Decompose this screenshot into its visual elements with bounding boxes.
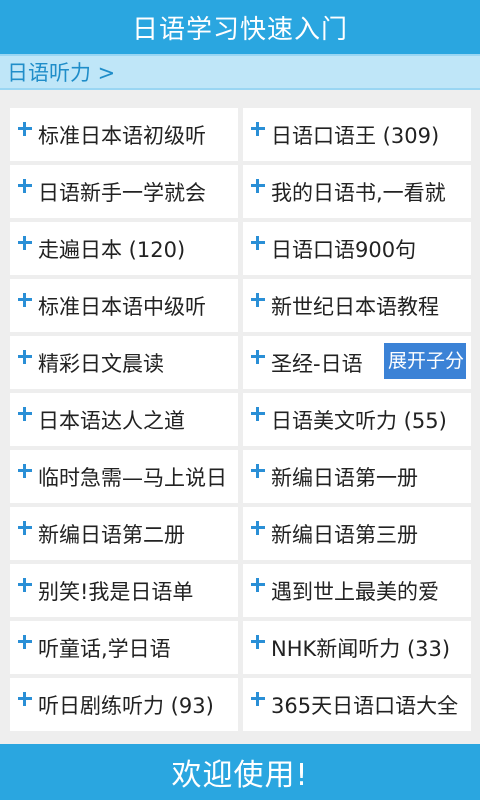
list-item-label: 日语口语900句 (271, 238, 417, 262)
plus-icon (251, 521, 265, 535)
plus-icon (18, 350, 32, 364)
list-item-label: NHK新闻听力 (33) (271, 637, 451, 661)
list-item[interactable]: 标准日本语初级听 (10, 108, 238, 161)
list-item[interactable]: 新编日语第三册 (243, 507, 471, 560)
breadcrumb[interactable]: 日语听力 > (0, 54, 480, 90)
list-item[interactable]: 听童话,学日语 (10, 621, 238, 674)
plus-icon (18, 578, 32, 592)
list-item-label: 标准日本语初级听 (38, 124, 206, 148)
plus-icon (251, 692, 265, 706)
list-item-label: 走遍日本 (120) (38, 238, 186, 262)
list-item[interactable]: 365天日语口语大全 (243, 678, 471, 731)
app-title: 日语学习快速入门 (0, 0, 480, 54)
list-item[interactable]: 走遍日本 (120) (10, 222, 238, 275)
list-item-label: 遇到世上最美的爱 (271, 580, 439, 604)
plus-icon (251, 578, 265, 592)
plus-icon (18, 122, 32, 136)
plus-icon (251, 179, 265, 193)
list-item[interactable]: 别笑!我是日语单 (10, 564, 238, 617)
expand-subcategory-button[interactable]: 展开子分 (384, 343, 466, 379)
list-item[interactable]: 日语新手一学就会 (10, 165, 238, 218)
plus-icon (251, 635, 265, 649)
list-item[interactable]: 日本语达人之道 (10, 393, 238, 446)
list-item-label: 新编日语第二册 (38, 523, 185, 547)
plus-icon (251, 464, 265, 478)
plus-icon (18, 407, 32, 421)
list-item-label: 别笑!我是日语单 (38, 580, 194, 604)
plus-icon (18, 236, 32, 250)
plus-icon (251, 407, 265, 421)
list-item-label: 日本语达人之道 (38, 409, 185, 433)
plus-icon (18, 521, 32, 535)
list-item[interactable]: 我的日语书,一看就 (243, 165, 471, 218)
list-item[interactable]: 日语口语900句 (243, 222, 471, 275)
list-item[interactable]: NHK新闻听力 (33) (243, 621, 471, 674)
plus-icon (251, 236, 265, 250)
plus-icon (18, 464, 32, 478)
list-item-label: 圣经-日语 (271, 352, 363, 376)
list-item-label: 新世纪日本语教程 (271, 295, 439, 319)
list-item[interactable]: 日语美文听力 (55) (243, 393, 471, 446)
list-item[interactable]: 新编日语第二册 (10, 507, 238, 560)
list-item[interactable]: 新编日语第一册 (243, 450, 471, 503)
plus-icon (18, 635, 32, 649)
list-item-label: 精彩日文晨读 (38, 352, 164, 376)
welcome-footer: 欢迎使用! (0, 744, 480, 800)
list-item[interactable]: 精彩日文晨读 (10, 336, 238, 389)
list-item[interactable]: 标准日本语中级听 (10, 279, 238, 332)
list-item-label: 临时急需—马上说日 (38, 466, 227, 490)
list-item[interactable]: 新世纪日本语教程 (243, 279, 471, 332)
list-item[interactable]: 遇到世上最美的爱 (243, 564, 471, 617)
plus-icon (251, 122, 265, 136)
plus-icon (18, 293, 32, 307)
list-item-label: 听童话,学日语 (38, 637, 171, 661)
list-item-label: 标准日本语中级听 (38, 295, 206, 319)
list-item-label: 日语口语王 (309) (271, 124, 440, 148)
plus-icon (18, 179, 32, 193)
plus-icon (251, 293, 265, 307)
list-item-label: 新编日语第一册 (271, 466, 418, 490)
plus-icon (18, 692, 32, 706)
list-item[interactable]: 临时急需—马上说日 (10, 450, 238, 503)
category-grid: 标准日本语初级听 日语口语王 (309) 日语新手一学就会 我的日语书,一看就 … (0, 90, 480, 744)
list-item[interactable]: 日语口语王 (309) (243, 108, 471, 161)
list-item-label: 新编日语第三册 (271, 523, 418, 547)
plus-icon (251, 350, 265, 364)
list-item-label: 我的日语书,一看就 (271, 181, 446, 205)
list-item-label: 365天日语口语大全 (271, 694, 459, 718)
list-item-label: 日语新手一学就会 (38, 181, 206, 205)
list-item-label: 听日剧练听力 (93) (38, 694, 214, 718)
list-item[interactable]: 听日剧练听力 (93) (10, 678, 238, 731)
list-item-label: 日语美文听力 (55) (271, 409, 447, 433)
